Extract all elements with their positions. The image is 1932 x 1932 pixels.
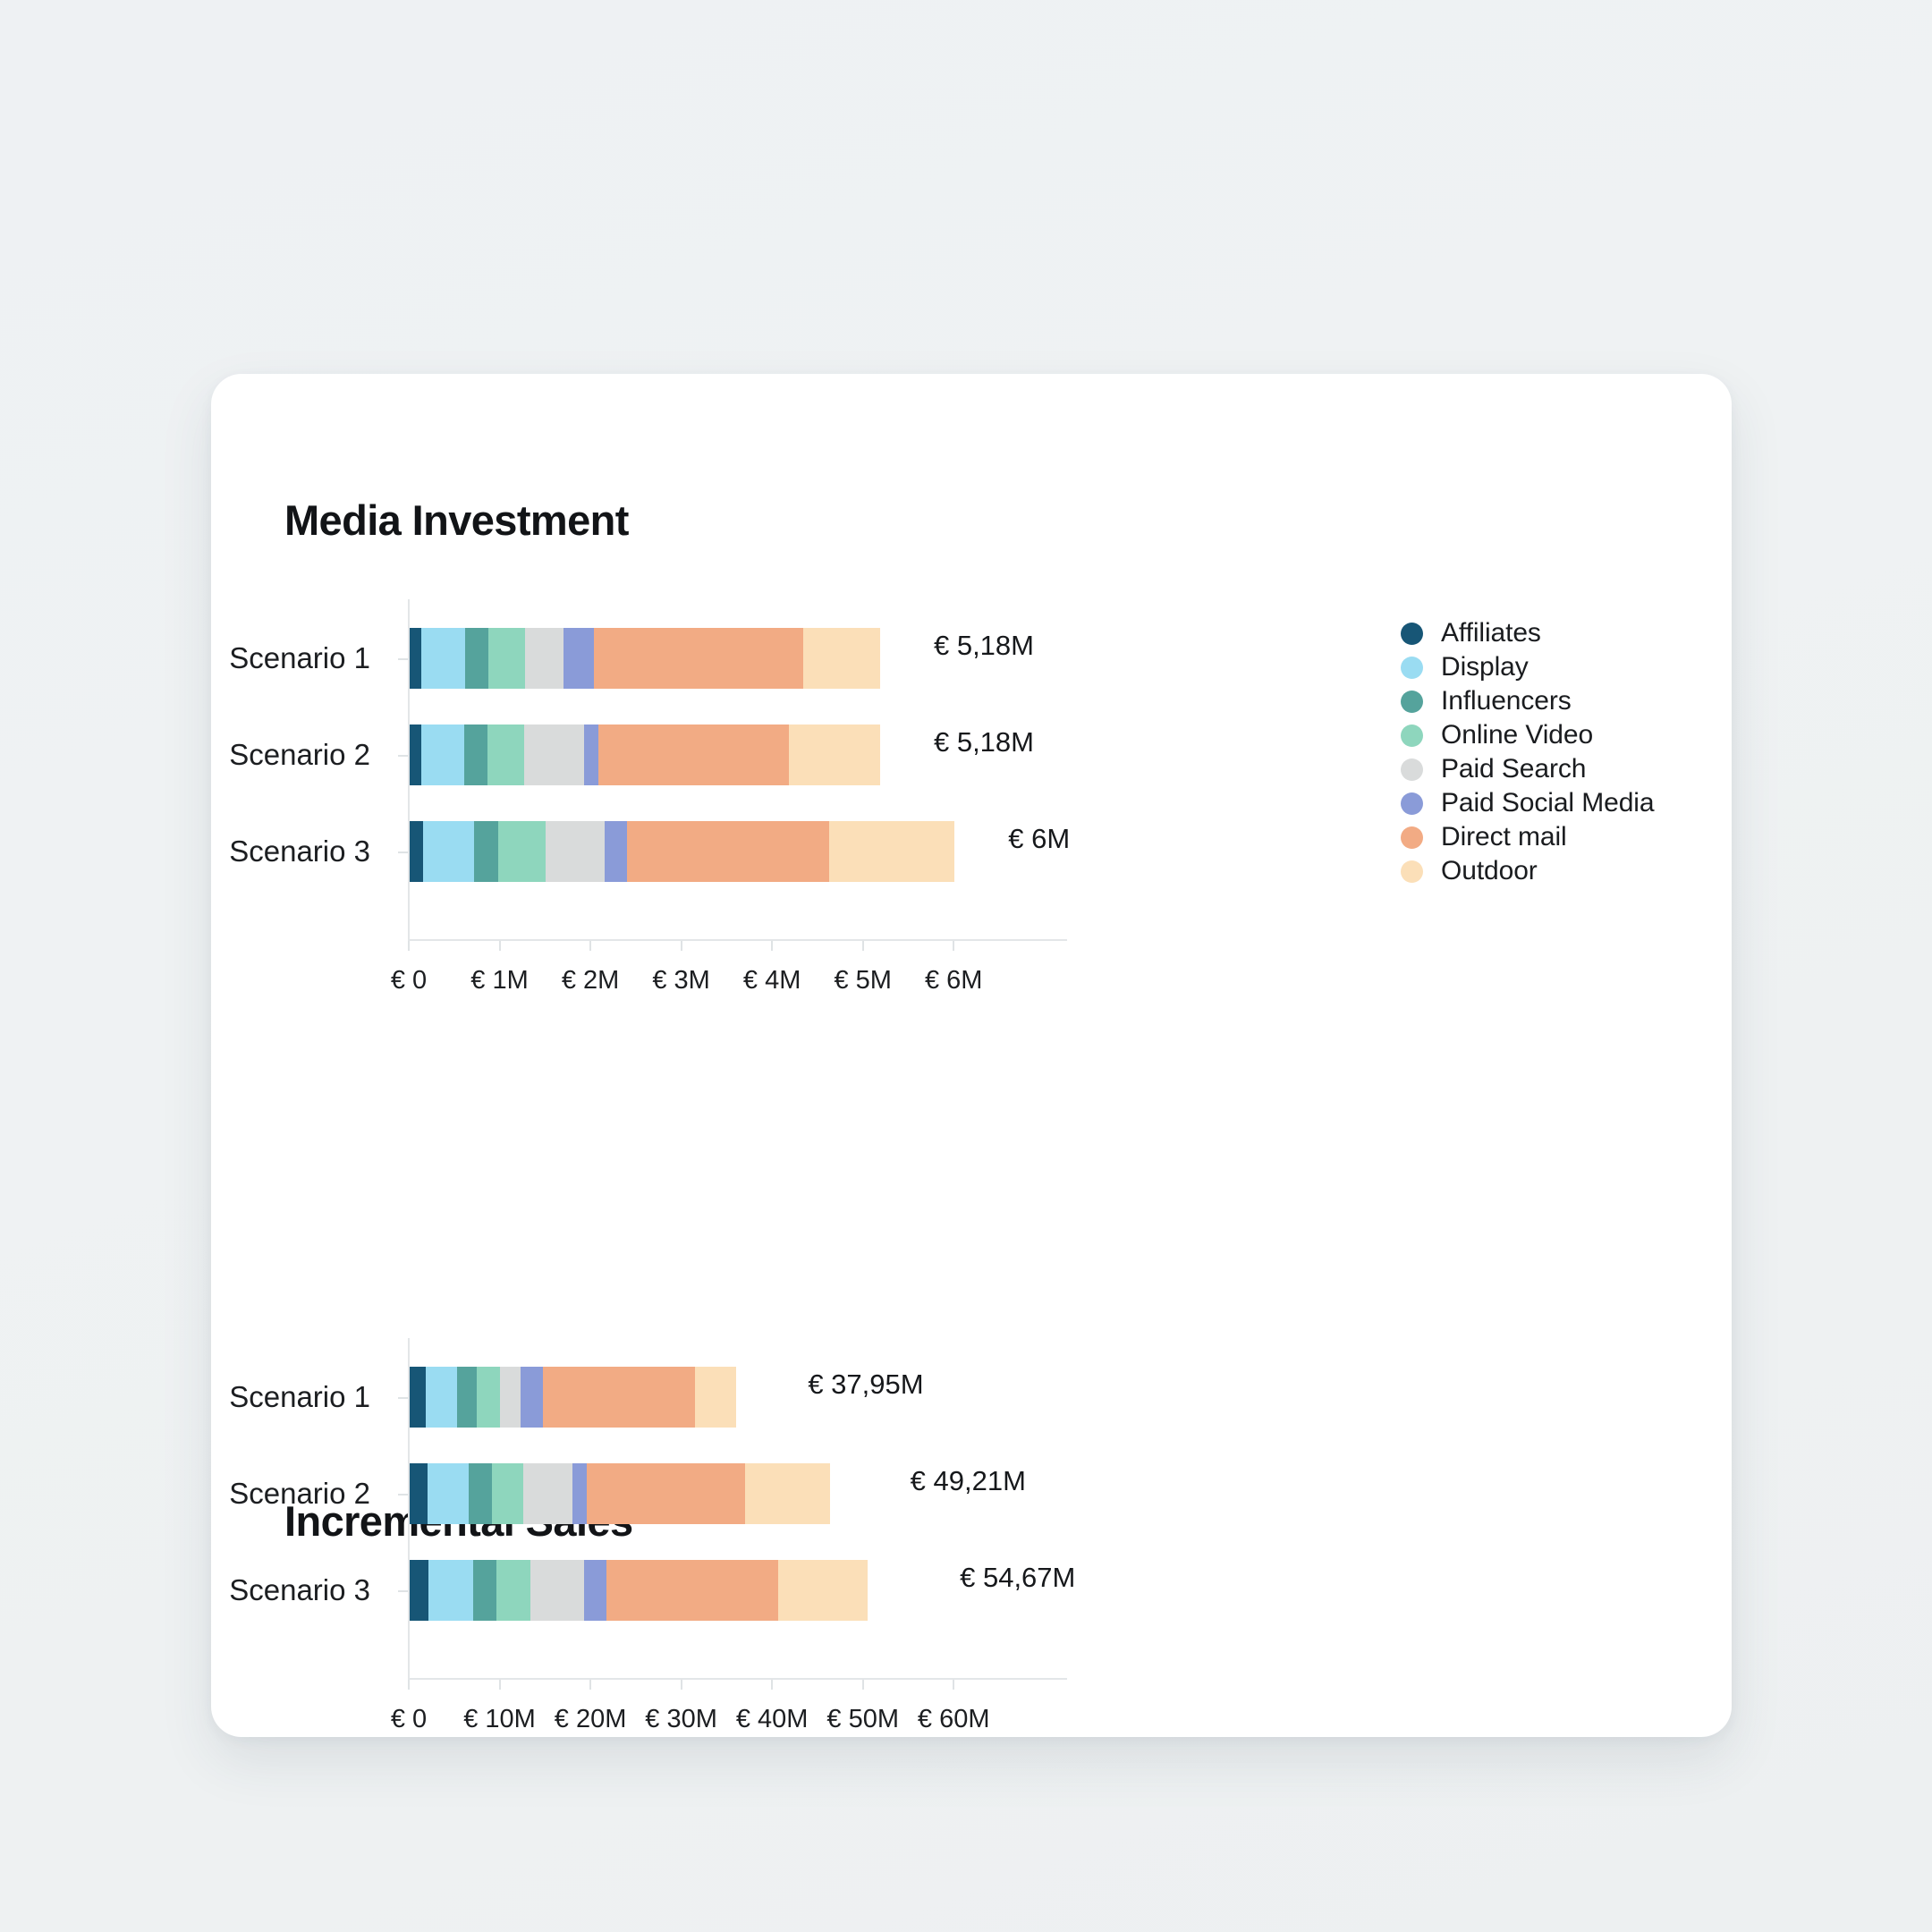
bar-segment[interactable] [572,1463,587,1524]
bar-segment[interactable] [456,1367,477,1428]
bar-segment[interactable] [520,1367,543,1428]
bar-segment[interactable] [499,1367,521,1428]
x-tick-label: € 20M [554,1705,627,1733]
bar-segment[interactable] [427,1463,469,1524]
x-tick-label: € 10M [463,1705,536,1733]
bar-segment[interactable] [530,1560,584,1621]
bar-segment[interactable] [473,1560,497,1621]
y-tick-mark [398,1590,408,1592]
bar-segment[interactable] [476,1367,500,1428]
x-tick-label: € 30M [645,1705,717,1733]
bar-segment[interactable] [586,1463,746,1524]
bar-segment[interactable] [410,1463,428,1524]
x-tick-label: € 40M [735,1705,809,1733]
bar-segment[interactable] [745,1463,830,1524]
bar-segment[interactable] [694,1367,736,1428]
plot-area: € 0 € 10M € 20M € 30M € 40M € 50M € 60M [391,1338,1068,1733]
bar-segment[interactable] [468,1463,492,1524]
bar-segment[interactable] [425,1367,457,1428]
stacked-bar[interactable] [410,1367,754,1428]
y-tick-mark [398,1494,408,1496]
bar-segment[interactable] [491,1463,523,1524]
category-label: Scenario 3 [229,1573,370,1606]
category-label: Scenario 2 [229,1477,370,1510]
screenshot-root: Media Investment Scenario 1 € 5,18M Scenar… [0,0,1932,1932]
bar-segment[interactable] [542,1367,695,1428]
bar-segment[interactable] [496,1560,531,1621]
bar-segment[interactable] [606,1560,778,1621]
x-tick-label: € 60M [917,1705,990,1733]
x-tick-mark [953,1680,955,1690]
category-label: Scenario 1 [229,1380,370,1413]
bar-segment[interactable] [583,1560,606,1621]
bar-segment[interactable] [777,1560,868,1621]
y-tick-mark [398,1397,408,1399]
bar-segment[interactable] [410,1560,428,1621]
stacked-bar[interactable] [410,1463,857,1524]
x-tick-mark [861,1680,864,1690]
dashboard-card: Media Investment Scenario 1 € 5,18M Scenar… [211,374,1732,1737]
bar-segment[interactable] [428,1560,474,1621]
x-axis-line [408,1678,1068,1680]
x-tick-mark [498,1680,501,1690]
chart-incremental-sales: Scenario 1 € 37,95M Scenario 2 € 49,21M Scen… [211,374,1732,1733]
bar-segment[interactable] [410,1367,426,1428]
x-tick-mark [408,1680,410,1690]
stacked-bar[interactable] [410,1560,906,1621]
x-tick-mark [771,1680,774,1690]
x-tick-mark [680,1680,682,1690]
bar-segment[interactable] [522,1463,573,1524]
x-tick-label: € 0 [390,1705,428,1733]
x-tick-mark [589,1680,592,1690]
x-tick-label: € 50M [826,1705,899,1733]
